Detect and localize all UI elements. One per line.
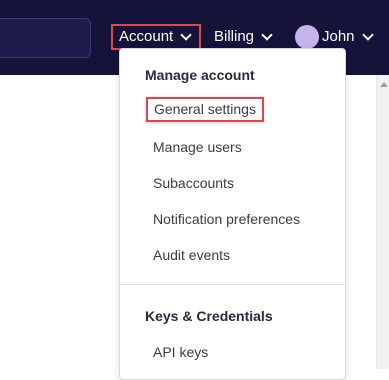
section-title-keys-credentials: Keys & Credentials [145, 308, 273, 324]
user-name: John [322, 28, 355, 45]
menu-item-audit-events[interactable]: Audit events [153, 247, 230, 263]
vertical-scrollbar[interactable] [376, 75, 389, 369]
account-dropdown-menu: Manage account General settings Manage u… [119, 48, 346, 380]
account-menu-button[interactable]: Account [111, 24, 201, 50]
menu-divider [120, 284, 345, 285]
menu-item-subaccounts[interactable]: Subaccounts [153, 175, 234, 191]
chevron-down-icon [261, 29, 273, 41]
scroll-up-arrow-icon[interactable] [380, 82, 388, 87]
section-title-manage-account: Manage account [145, 67, 255, 83]
menu-item-manage-users[interactable]: Manage users [153, 139, 242, 155]
chevron-down-icon [180, 29, 192, 41]
billing-menu-label: Billing [214, 28, 255, 45]
account-menu-label: Account [119, 28, 174, 45]
user-menu-button[interactable]: John [295, 24, 374, 50]
avatar [295, 25, 319, 49]
search-input[interactable] [0, 18, 91, 58]
menu-item-api-keys[interactable]: API keys [153, 344, 208, 360]
billing-menu-button[interactable]: Billing [214, 24, 273, 50]
menu-item-general-settings[interactable]: General settings [146, 97, 264, 122]
chevron-down-icon [361, 29, 374, 41]
menu-item-notification-preferences[interactable]: Notification preferences [153, 211, 300, 227]
